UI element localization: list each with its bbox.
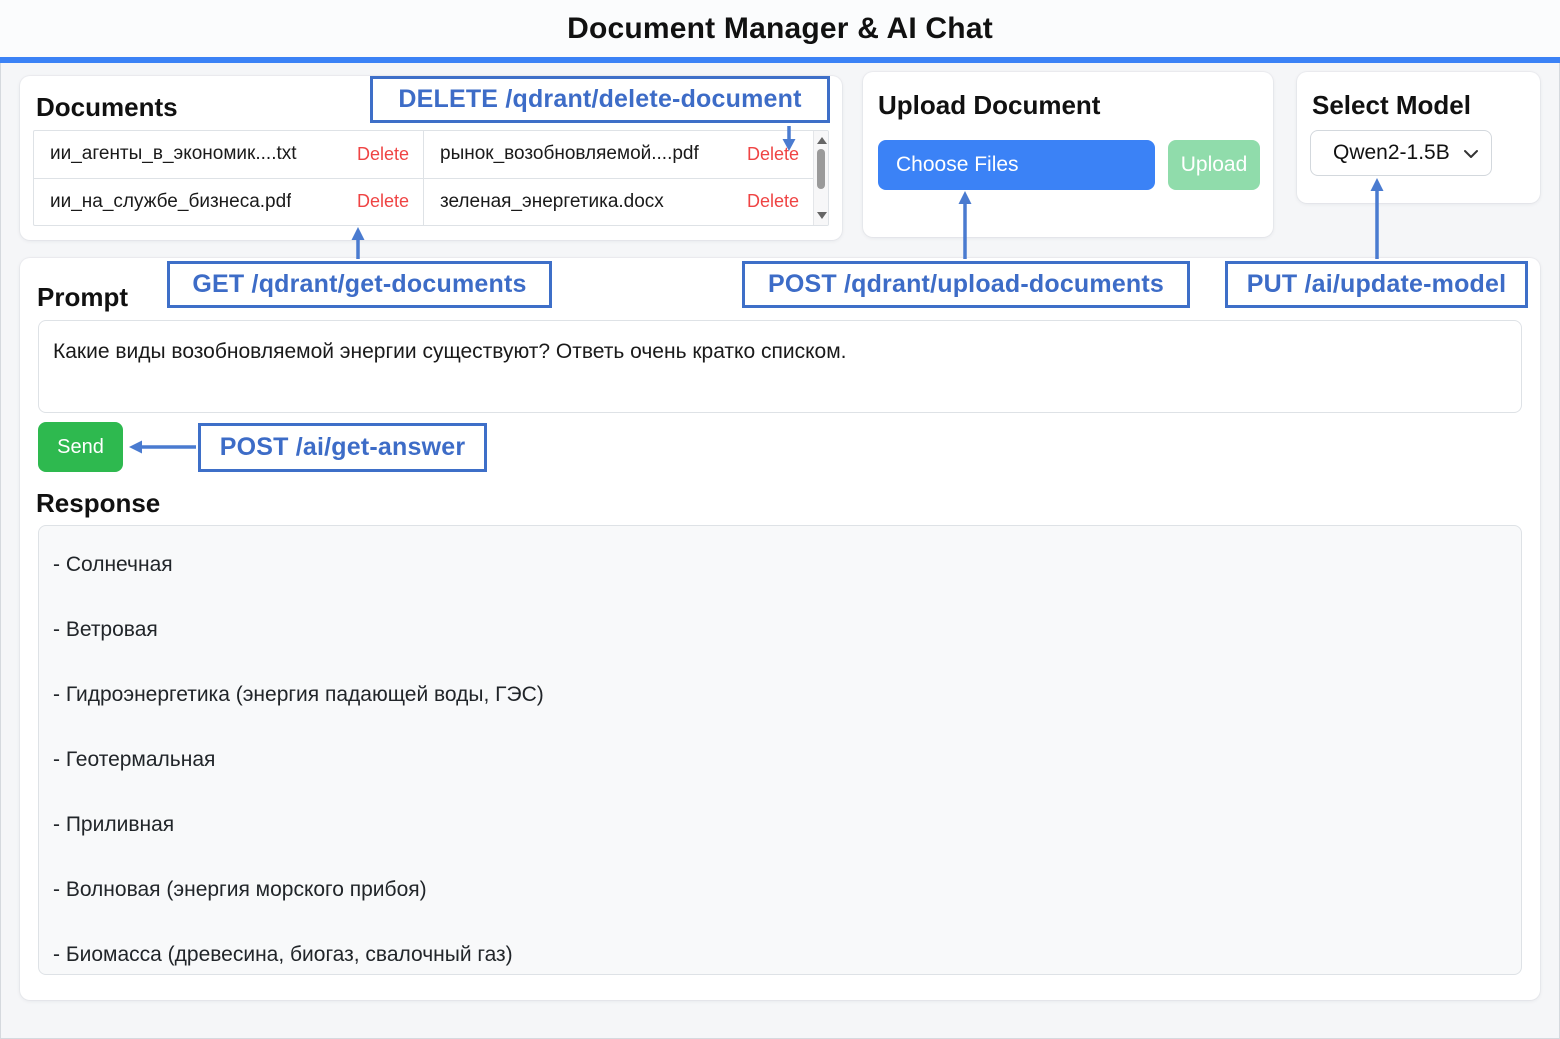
documents-heading: Documents	[36, 92, 178, 122]
upload-panel: Upload Document Choose Files Upload	[863, 72, 1273, 237]
document-manager-app: Document Manager & AI Chat Documents ии_…	[0, 0, 1560, 1039]
chat-panel: Prompt Какие виды возобновляемой энергии…	[20, 258, 1540, 1000]
documents-column-1: ии_агенты_в_экономик....txt Delete ии_на…	[34, 131, 423, 225]
page-title: Document Manager & AI Chat	[567, 11, 993, 45]
annotation-get-answer-endpoint: POST /ai/get-answer	[198, 423, 487, 472]
response-item: - Геотермальная	[53, 748, 216, 771]
delete-document-button[interactable]: Delete	[747, 144, 799, 165]
response-item: - Ветровая	[53, 618, 158, 641]
annotation-get-documents-endpoint: GET /qdrant/get-documents	[167, 261, 552, 308]
upload-button[interactable]: Upload	[1168, 140, 1260, 190]
scrollbar-thumb[interactable]	[817, 149, 825, 189]
response-item: - Волновая (энергия морского прибоя)	[53, 878, 427, 901]
send-button[interactable]: Send	[38, 422, 123, 472]
annotation-delete-document-endpoint: DELETE /qdrant/delete-document	[370, 76, 830, 123]
response-item: - Гидроэнергетика (энергия падающей воды…	[53, 683, 544, 706]
documents-table: ии_агенты_в_экономик....txt Delete ии_на…	[33, 130, 829, 226]
choose-files-button[interactable]: Choose Files	[878, 140, 1155, 190]
prompt-input[interactable]: Какие виды возобновляемой энергии сущест…	[38, 320, 1522, 413]
response-item: - Приливная	[53, 813, 175, 836]
response-output: - Солнечная - Ветровая - Гидроэнергетика…	[38, 525, 1522, 975]
document-filename: рынок_возобновляемой....pdf	[440, 143, 699, 165]
header-accent-divider	[0, 57, 1560, 63]
upload-heading: Upload Document	[878, 90, 1101, 120]
delete-document-button[interactable]: Delete	[747, 191, 799, 212]
app-header: Document Manager & AI Chat	[0, 0, 1560, 57]
annotation-update-model-endpoint: PUT /ai/update-model	[1225, 261, 1528, 308]
delete-document-button[interactable]: Delete	[357, 144, 409, 165]
document-row: ии_агенты_в_экономик....txt Delete	[34, 131, 423, 179]
document-row: ии_на_службе_бизнеса.pdf Delete	[34, 179, 423, 226]
scroll-up-icon[interactable]	[817, 137, 827, 144]
model-panel: Select Model Qwen2-1.5B	[1297, 72, 1540, 203]
documents-column-2: рынок_возобновляемой....pdf Delete зелен…	[423, 131, 813, 225]
model-heading: Select Model	[1312, 90, 1471, 120]
document-filename: ии_агенты_в_экономик....txt	[50, 143, 297, 165]
response-item: - Биомасса (древесина, биогаз, свалочный…	[53, 943, 513, 966]
documents-scrollbar[interactable]	[813, 131, 828, 225]
document-row: рынок_возобновляемой....pdf Delete	[424, 131, 813, 179]
annotation-upload-documents-endpoint: POST /qdrant/upload-documents	[742, 261, 1190, 308]
document-filename: ии_на_службе_бизнеса.pdf	[50, 190, 292, 212]
response-heading: Response	[36, 488, 161, 518]
response-item: - Солнечная	[53, 553, 173, 576]
document-filename: зеленая_энергетика.docx	[440, 190, 664, 212]
chevron-down-icon	[1464, 150, 1478, 158]
model-selected-value: Qwen2-1.5B	[1333, 141, 1450, 164]
delete-document-button[interactable]: Delete	[357, 191, 409, 212]
scroll-down-icon[interactable]	[817, 212, 827, 219]
document-row: зеленая_энергетика.docx Delete	[424, 179, 813, 226]
prompt-heading: Prompt	[37, 282, 128, 312]
model-select[interactable]: Qwen2-1.5B	[1310, 130, 1492, 176]
